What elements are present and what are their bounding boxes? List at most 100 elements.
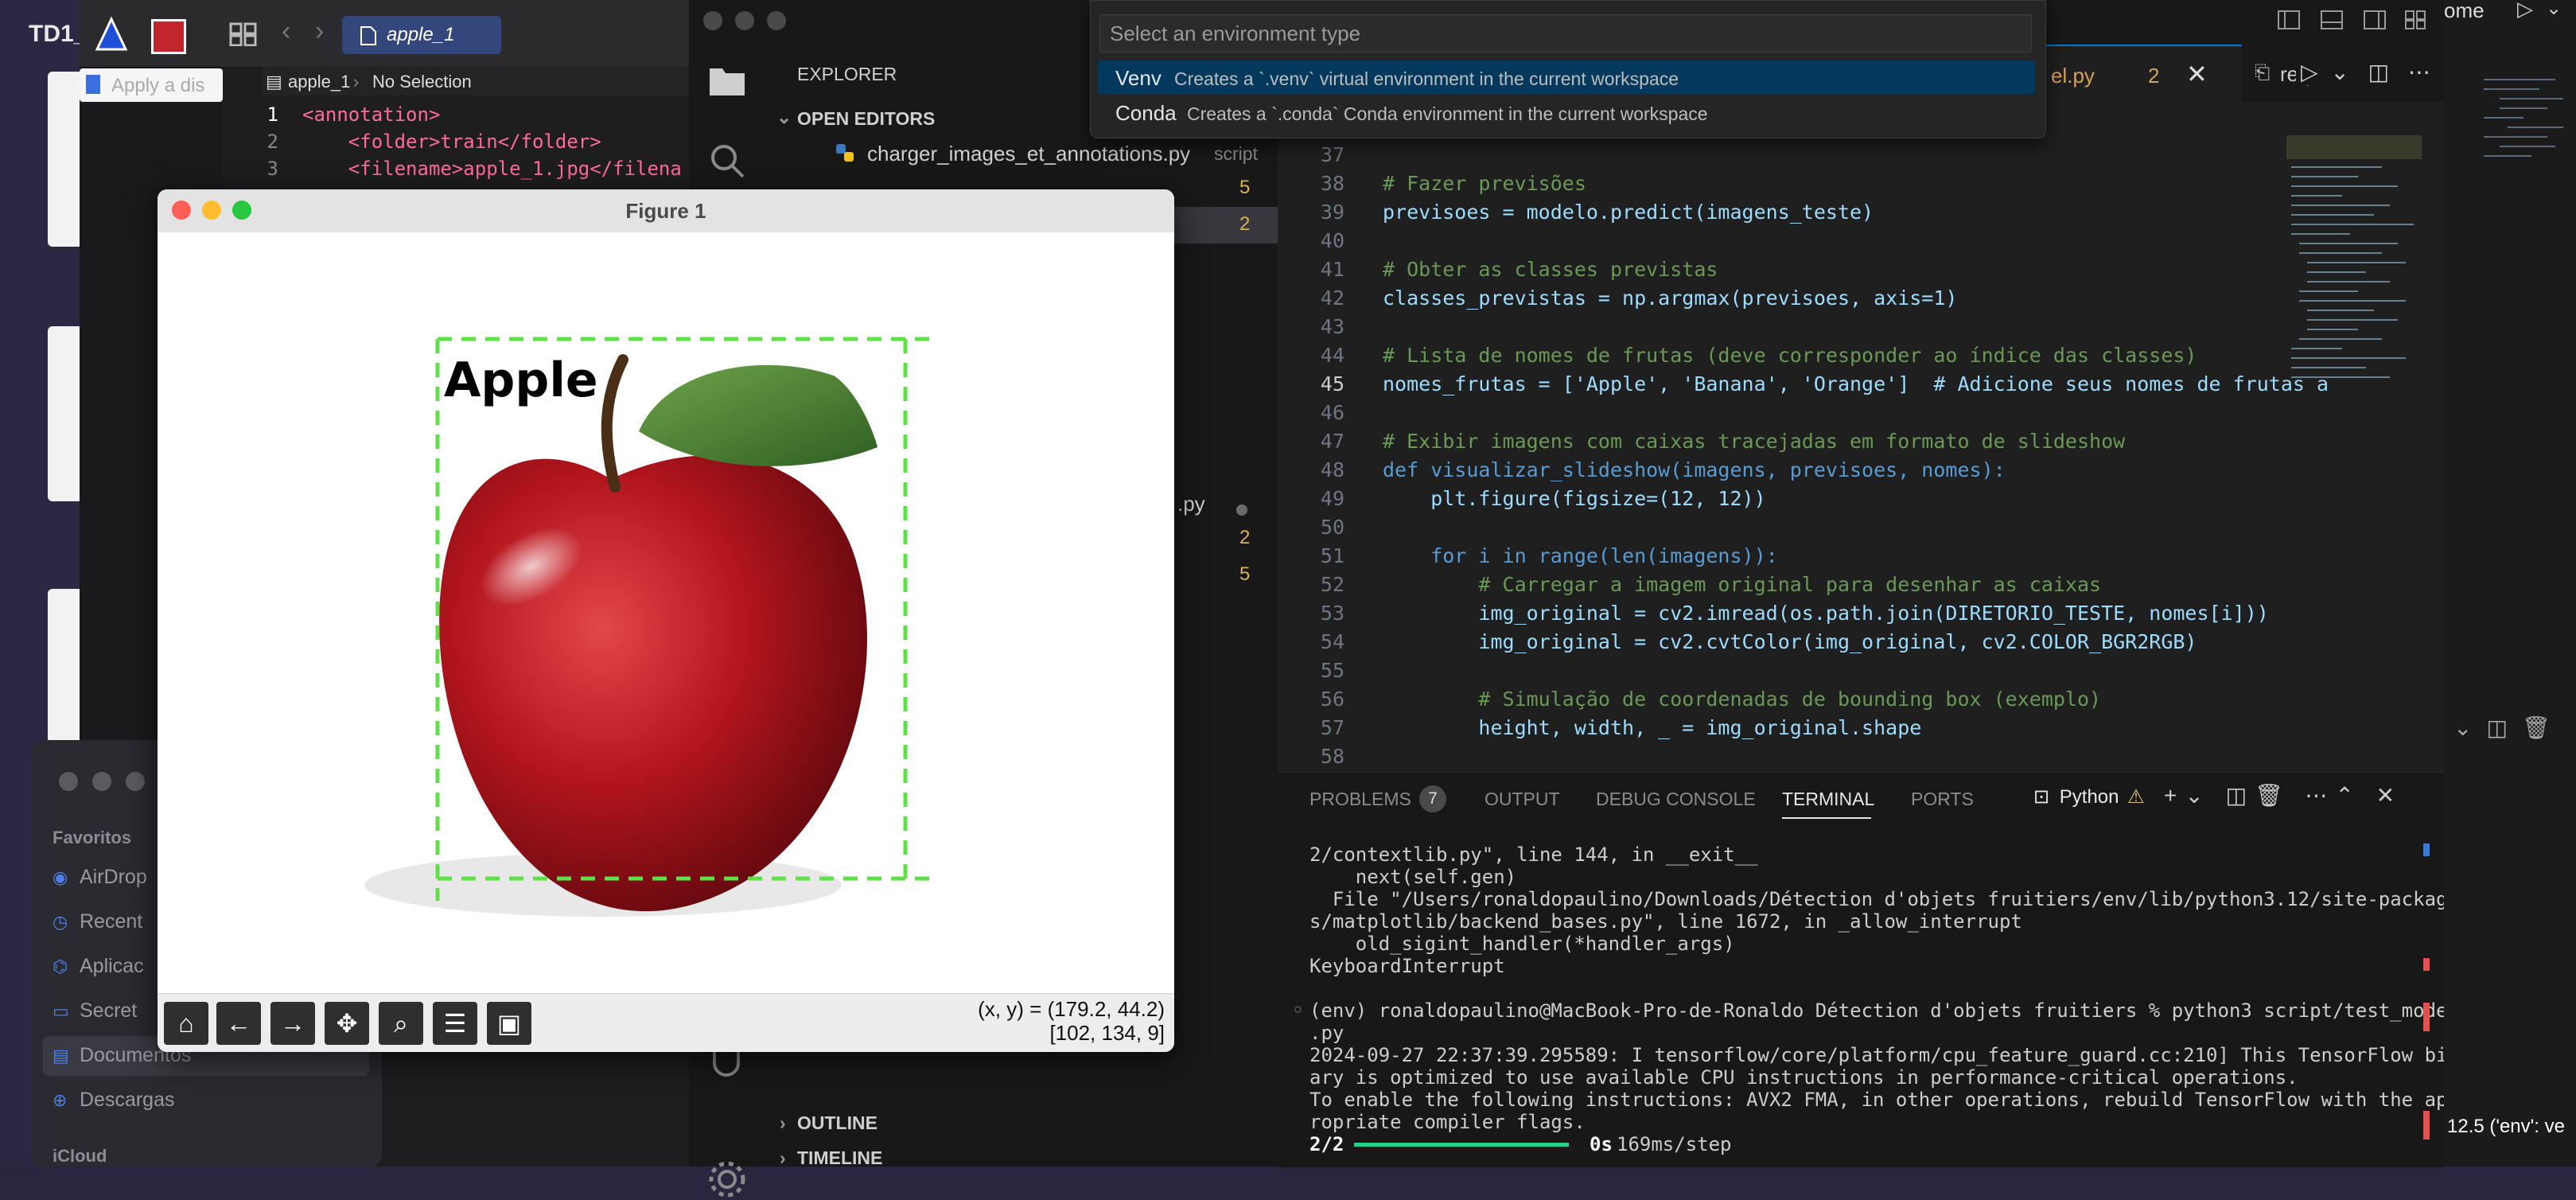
configure-icon[interactable]: ☰ (433, 1002, 477, 1045)
code-editor[interactable]: 36imagens_teste = np.array(imagens_teste… (1278, 127, 2444, 772)
close-dot-icon[interactable] (703, 11, 722, 30)
tab-debug-console[interactable]: DEBUG CONSOLE (1596, 789, 1756, 810)
split-icon[interactable]: ◫ (2486, 715, 2521, 740)
downloads-icon: ⊕ (53, 1090, 68, 1110)
tab-output[interactable]: OUTPUT (1485, 789, 1560, 810)
terminal-actions: +⌄ ◫🗑 ⋯⌃ ✕ (2164, 782, 2403, 808)
option-title: Venv (1115, 66, 1162, 90)
minimap[interactable] (2286, 135, 2422, 454)
xcode-editor[interactable]: 1 <annotation> 2 <folder>train</folder> … (231, 99, 692, 194)
python-file-icon (836, 144, 854, 162)
open-editor-file[interactable]: charger_images_et_annotations.py (867, 142, 1190, 166)
figure-toolbar: ⌂ ← → ✥ ⌕ ☰ ▣ (x, y) = (179.2, 44.2) [10… (158, 993, 1174, 1052)
top-right-label: ome (2444, 0, 2485, 22)
save-icon[interactable]: ▣ (487, 1002, 531, 1045)
palette-input[interactable]: Select an environment type (1099, 14, 2032, 53)
problem-count-badge: 2 (1239, 527, 1251, 548)
chevron-down-icon[interactable]: ⌄ (2330, 60, 2348, 84)
stop-icon[interactable] (151, 19, 186, 54)
tab-active[interactable]: el.py 2 ✕ (2045, 45, 2242, 103)
figure-canvas[interactable]: Apple (158, 232, 1174, 993)
tab-ports[interactable]: PORTS (1911, 789, 1974, 810)
filter-placeholder: Apply a dis (111, 75, 205, 96)
line-number: 37 (1320, 143, 1344, 166)
sidebar-item-downloads[interactable]: Descargas (80, 1089, 175, 1112)
explorer-file-partial[interactable]: .py (1177, 492, 1205, 516)
maximize-panel-icon[interactable]: ⌃ (2335, 783, 2361, 808)
search-icon[interactable] (706, 140, 748, 181)
requirements-file-icon: ⎗ (2255, 62, 2271, 84)
grid-icon[interactable] (229, 22, 258, 46)
layout-controls-icon[interactable] (2275, 6, 2434, 38)
document-icon (360, 26, 376, 45)
chevron-down-icon[interactable]: ⌄ (2185, 783, 2211, 808)
run-icon[interactable]: ▷ (2301, 60, 2318, 84)
files-icon[interactable] (705, 60, 749, 100)
breadcrumb-selection[interactable]: No Selection (372, 72, 472, 92)
zoom-dot-icon[interactable] (767, 11, 786, 30)
split-terminal-icon[interactable]: ◫ (2226, 783, 2255, 808)
close-tab-icon[interactable]: ✕ (2186, 59, 2208, 89)
problem-count-badge: 5 (1239, 563, 1251, 585)
trash-icon[interactable]: 🗑 (2255, 783, 2291, 808)
desktop-card (48, 326, 83, 501)
terminal-profile[interactable]: ⊡ Python ⚠ (2033, 785, 2145, 808)
sidebar-item-airdrop[interactable]: AirDrop (80, 866, 147, 889)
outline-heading[interactable]: OUTLINE (797, 1112, 877, 1134)
line-number: 52 (1320, 573, 1344, 596)
close-panel-icon[interactable]: ✕ (2376, 783, 2403, 808)
pan-icon[interactable]: ✥ (325, 1002, 369, 1045)
gear-icon[interactable] (706, 1159, 748, 1200)
line-number: 47 (1320, 430, 1344, 453)
filter-field[interactable]: Apply a dis (80, 68, 223, 102)
palette-option-venv[interactable]: Venv Creates a `.venv` virtual environme… (1098, 60, 2035, 94)
back-icon[interactable]: ← (216, 1002, 261, 1045)
chevron-down-icon[interactable]: ⌄ (2546, 0, 2562, 20)
breadcrumb-doc-icon: ▤ (266, 72, 282, 92)
split-editor-icon[interactable]: ◫ (2368, 60, 2389, 84)
zoom-dot-icon[interactable] (126, 772, 145, 791)
terminal-line: 2024-09-27 22:37:39.295589: I tensorflow… (1309, 1044, 2459, 1066)
trash-icon[interactable]: 🗑 (2522, 715, 2565, 740)
nav-forward-icon[interactable]: › (315, 16, 324, 47)
line-number: 41 (1320, 258, 1344, 281)
sidebar-item-secret[interactable]: Secret (80, 999, 137, 1023)
xcode-tab-apple-1[interactable]: apple_1 (342, 16, 501, 54)
more-icon[interactable]: ⋯ (2305, 783, 2335, 808)
home-icon[interactable]: ⌂ (164, 1002, 208, 1045)
close-dot-icon[interactable] (59, 772, 78, 791)
chevron-right-icon[interactable]: › (780, 1147, 786, 1169)
timeline-heading[interactable]: TIMELINE (797, 1147, 882, 1169)
chevron-down-icon[interactable]: ⌄ (776, 107, 792, 128)
line-number: 40 (1320, 229, 1344, 252)
terminal-prompt-circle-icon: ○ (1294, 1001, 1302, 1017)
progress-line: 2/2 0s 169ms/step (1309, 1133, 1732, 1155)
xcode-scheme-icon[interactable] (91, 13, 132, 54)
minimize-dot-icon[interactable] (735, 11, 754, 30)
line-text: nomes_frutas = ['Apple', 'Banana', 'Oran… (1383, 372, 2329, 395)
palette-option-conda[interactable]: Conda Creates a `.conda` Conda environme… (1098, 95, 2035, 129)
documents-icon: ▤ (53, 1046, 69, 1066)
progress-fill (1354, 1143, 1569, 1147)
line-text: # Carregar a imagem original para desenh… (1383, 573, 2102, 596)
breadcrumb-file[interactable]: apple_1 (288, 72, 350, 92)
sidebar-item-applications[interactable]: Aplicac (80, 955, 144, 978)
minimize-dot-icon[interactable] (92, 772, 111, 791)
open-editors-heading[interactable]: OPEN EDITORS (797, 108, 935, 130)
run-icon[interactable]: ▷ (2517, 0, 2533, 21)
terminal-profile-label: Python (2059, 786, 2119, 808)
sidebar-item-recent[interactable]: Recent (80, 910, 142, 933)
nav-back-icon[interactable]: ‹ (282, 16, 290, 47)
more-icon[interactable]: ⋯ (2408, 60, 2430, 84)
line-text: # Lista de nomes de frutas (deve corresp… (1383, 344, 2197, 367)
chevron-down-icon[interactable]: ⌄ (2453, 715, 2486, 740)
tab-problems[interactable]: PROBLEMS (1309, 789, 1411, 810)
forward-icon[interactable]: → (270, 1002, 315, 1045)
chevron-right-icon[interactable]: › (780, 1112, 786, 1134)
apple-leaf (639, 364, 877, 466)
add-terminal-icon[interactable]: + (2164, 783, 2185, 808)
zoom-icon[interactable]: ⌕ (379, 1002, 423, 1045)
tab-terminal[interactable]: TERMINAL (1782, 789, 1874, 810)
status-python-env[interactable]: 12.5 ('env': ve (2447, 1116, 2565, 1138)
terminal-scrollbar-markers[interactable] (2423, 844, 2430, 1162)
